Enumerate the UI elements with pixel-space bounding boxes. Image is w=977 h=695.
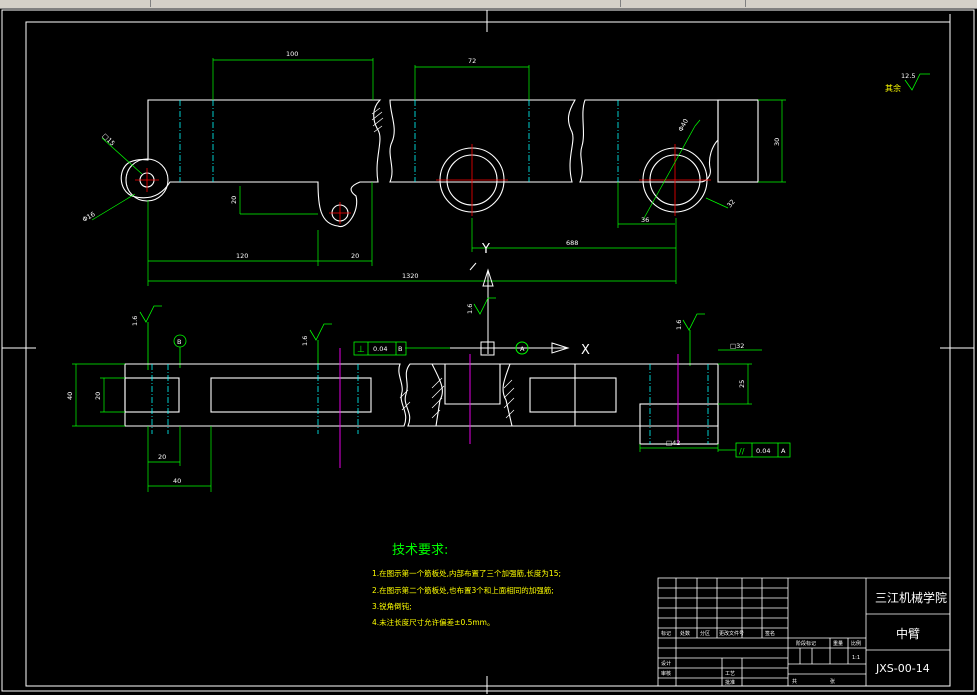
tb-cell-zone: 分区: [700, 630, 710, 637]
title-block-scale: 1:1: [852, 655, 860, 661]
tech-requirement-3: 3.锐角倒钝;: [372, 601, 412, 611]
x-axis-arrow: [450, 341, 570, 356]
tb-cell-change-doc: 更改文件号: [719, 630, 744, 637]
tb-cell-weight: 重量: [833, 640, 843, 647]
title-block-drawing-number: JXS-00-14: [875, 662, 930, 675]
perpendicularity-symbol: ⊥: [357, 345, 365, 355]
roughness-value-2: 1.6: [301, 336, 309, 346]
datum-a-label: A: [520, 345, 525, 353]
dim-120: 120: [236, 252, 248, 260]
dim-front-40-bottom: 40: [173, 477, 181, 485]
dim-1320: 1320: [402, 272, 419, 280]
title-block-part-name: 中臂: [896, 626, 920, 641]
dim-square-15: □15: [101, 132, 117, 148]
tb-cell-approve: 批准: [725, 679, 735, 686]
front-view-dimension-lines: [72, 347, 762, 492]
dim-front-20: 20: [94, 392, 102, 400]
tech-requirement-1: 1.在图示第一个筋板处,内部布置了三个加强筋,长度为15;: [372, 568, 561, 578]
dim-front-square-42: □42: [666, 439, 680, 447]
tech-requirements-title: 技术要求:: [392, 543, 448, 558]
top-view-outline: [120, 99, 759, 228]
dim-front-40: 40: [66, 392, 74, 400]
front-view-centerlines: [151, 364, 709, 444]
tb-cell-mark: 标记: [661, 630, 671, 637]
front-view-outline: [124, 363, 719, 445]
title-block-school: 三江机械学院: [875, 590, 947, 605]
tech-requirement-4: 4.未注长度尺寸允许偏差±0.5mm。: [372, 617, 494, 627]
x-axis-label: X: [581, 343, 590, 358]
tb-cell-signature: 签名: [765, 630, 775, 637]
parallelism-frame: [718, 442, 791, 458]
perpendicularity-value: 0.04: [373, 345, 387, 353]
dim-20: 20: [351, 252, 359, 260]
dim-front-25: 25: [738, 380, 746, 388]
toolbar-segment: [620, 0, 746, 7]
toolbar-segment: [150, 0, 621, 7]
tb-cell-sheet: 张: [830, 678, 835, 685]
tb-cell-design: 设计: [661, 660, 671, 667]
toolbar-segment: [0, 0, 151, 7]
tb-cell-process: 工艺: [725, 671, 735, 677]
cad-drawing-canvas[interactable]: 100 72 30 20 120 20 1320 688 36 □15 Φ16 …: [0, 8, 977, 695]
perpendicularity-datum: B: [398, 345, 402, 353]
top-view-dimension-lines: [91, 58, 786, 286]
roughness-value-3: 1.6: [466, 304, 474, 314]
roughness-symbols: [139, 73, 930, 370]
dim-front-20-bottom: 20: [158, 453, 166, 461]
top-view-axes: [135, 144, 711, 224]
dim-36: 36: [641, 216, 649, 224]
dim-20-vertical: 20: [230, 196, 238, 204]
dim-688: 688: [566, 239, 578, 247]
parallelism-datum: A: [781, 447, 786, 455]
roughness-value-1: 1.6: [131, 316, 139, 326]
roughness-corner-label: 其余: [885, 83, 901, 93]
tb-cell-total: 共: [792, 678, 797, 685]
front-view-hatching: [399, 377, 515, 419]
datum-b-label: B: [177, 338, 181, 346]
tech-requirement-2: 2.在图示第二个筋板处,也布置3个和上面相同的加强筋;: [372, 585, 554, 595]
parallelism-value: 0.04: [756, 447, 770, 455]
tb-cell-stage: 阶段标记: [796, 640, 816, 647]
dim-30: 30: [773, 138, 781, 146]
dim-diameter-40: Φ40: [677, 117, 690, 133]
tb-cell-review: 审核: [661, 670, 671, 677]
roughness-corner-value: 12.5: [901, 72, 915, 80]
dim-front-square-32: □32: [730, 342, 744, 350]
parallelism-symbol: //: [739, 447, 745, 456]
dim-diameter-16: Φ16: [81, 210, 97, 224]
top-view-centerlines: [179, 100, 619, 182]
y-axis-label: Y: [481, 242, 490, 257]
roughness-value-4: 1.6: [675, 320, 683, 330]
dim-72: 72: [468, 57, 476, 65]
tb-cell-scale: 比例: [851, 640, 861, 647]
dim-100: 100: [286, 50, 298, 58]
tb-cell-count: 处数: [680, 630, 690, 637]
